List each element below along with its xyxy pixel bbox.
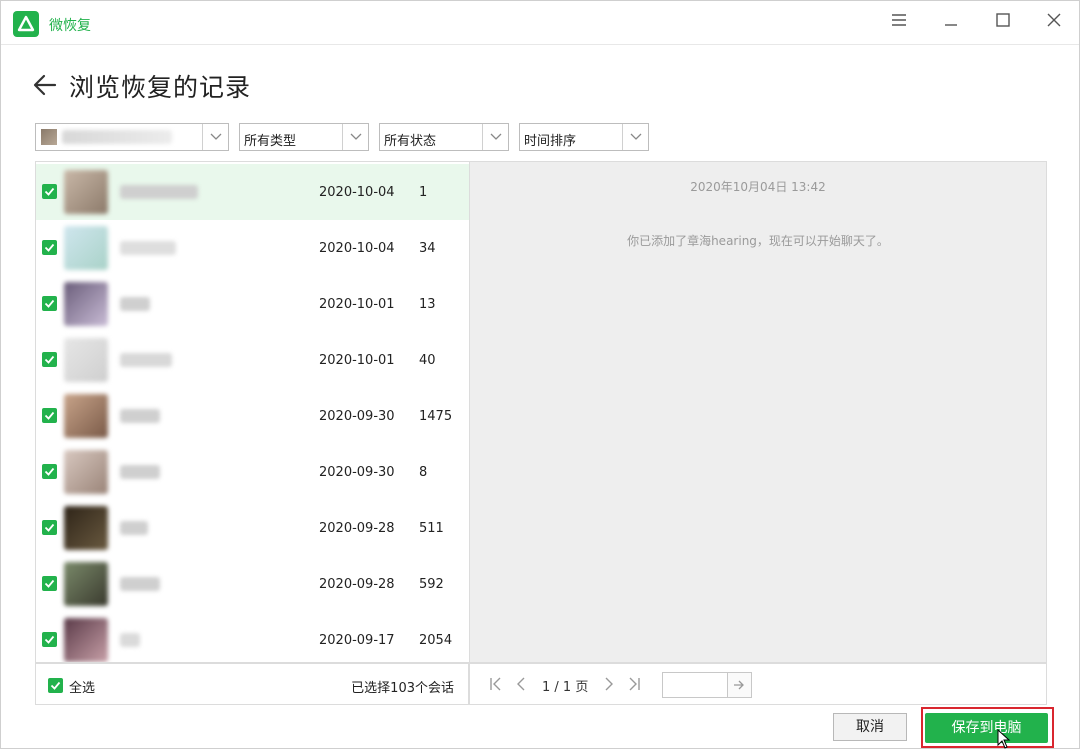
close-icon[interactable] — [1040, 7, 1068, 35]
contact-name — [120, 465, 160, 479]
page-indicator: 1 / 1 页 — [542, 680, 589, 695]
conversation-date: 2020-10-01 — [319, 353, 395, 368]
row-checkbox[interactable] — [42, 240, 57, 255]
pagination-bar: 1 / 1 页 — [469, 663, 1047, 705]
conversation-date: 2020-10-04 — [319, 241, 395, 256]
conversation-date: 2020-09-28 — [319, 577, 395, 592]
app-window: 微恢复 浏览恢复的记录 所有类型 所有状态 时间排序 2020-10-04 1 … — [0, 0, 1080, 749]
avatar — [64, 282, 108, 326]
conversation-list: 2020-10-04 1 2020-10-04 34 2020-10-01 13… — [35, 161, 469, 663]
conversation-row[interactable]: 2020-10-04 34 — [36, 220, 469, 276]
avatar — [64, 394, 108, 438]
row-checkbox[interactable] — [42, 408, 57, 423]
conversation-row[interactable]: 2020-09-30 1475 — [36, 388, 469, 444]
conversation-date: 2020-10-01 — [319, 297, 395, 312]
row-checkbox[interactable] — [42, 520, 57, 535]
system-message: 你已添加了章海hearing，现在可以开始聊天了。 — [627, 234, 889, 248]
contact-name — [120, 409, 160, 423]
row-checkbox[interactable] — [42, 576, 57, 591]
contact-name — [120, 185, 198, 199]
page-title: 浏览恢复的记录 — [69, 73, 252, 102]
row-checkbox[interactable] — [42, 296, 57, 311]
message-count: 1475 — [419, 409, 453, 424]
message-count: 511 — [419, 521, 444, 536]
account-dropdown[interactable] — [35, 123, 229, 151]
save-to-computer-button[interactable]: 保存到电脑 — [925, 713, 1048, 743]
last-page-icon[interactable] — [626, 676, 644, 694]
select-all-label[interactable]: 全选 — [69, 677, 95, 696]
selected-count: 已选择103个会话 — [351, 681, 454, 696]
conversation-date: 2020-09-28 — [319, 521, 395, 536]
contact-name — [120, 633, 140, 647]
conversation-date: 2020-09-17 — [319, 633, 395, 648]
message-count: 13 — [419, 297, 436, 312]
status-filter-dropdown[interactable]: 所有状态 — [379, 123, 509, 151]
chevron-down-icon — [622, 124, 648, 150]
sort-dropdown[interactable]: 时间排序 — [519, 123, 649, 151]
type-filter-value: 所有类型 — [244, 134, 297, 149]
conversation-date: 2020-10-04 — [319, 185, 395, 200]
conversation-row[interactable]: 2020-10-01 40 — [36, 332, 469, 388]
sort-value: 时间排序 — [524, 134, 577, 149]
app-logo-icon — [13, 11, 39, 37]
first-page-icon[interactable] — [488, 676, 506, 694]
contact-name — [120, 577, 160, 591]
chevron-down-icon — [342, 124, 368, 150]
message-count: 2054 — [419, 633, 453, 648]
conversation-row[interactable]: 2020-09-28 592 — [36, 556, 469, 612]
message-timestamp: 2020年10月04日 13:42 — [690, 180, 826, 194]
avatar — [64, 450, 108, 494]
conversation-row[interactable]: 2020-10-04 1 — [36, 164, 469, 220]
list-footer: 全选 已选择103个会话 — [35, 663, 469, 705]
maximize-icon[interactable] — [989, 7, 1017, 35]
app-name: 微恢复 — [49, 18, 91, 34]
avatar — [64, 618, 108, 662]
contact-name — [120, 521, 148, 535]
avatar — [64, 506, 108, 550]
avatar — [64, 562, 108, 606]
status-filter-value: 所有状态 — [384, 134, 437, 149]
go-arrow-icon[interactable] — [728, 672, 752, 698]
type-filter-dropdown[interactable]: 所有类型 — [239, 123, 369, 151]
message-count: 592 — [419, 577, 444, 592]
title-bar: 微恢复 — [1, 1, 1079, 45]
message-count: 34 — [419, 241, 436, 256]
account-avatar — [41, 129, 57, 145]
row-checkbox[interactable] — [42, 352, 57, 367]
conversation-date: 2020-09-30 — [319, 409, 395, 424]
select-all-checkbox[interactable] — [48, 678, 63, 693]
row-checkbox[interactable] — [42, 632, 57, 647]
mouse-cursor-icon — [997, 728, 1011, 749]
message-count: 40 — [419, 353, 436, 368]
chat-preview-panel: 2020年10月04日 13:42 你已添加了章海hearing，现在可以开始聊… — [469, 161, 1047, 663]
conversation-date: 2020-09-30 — [319, 465, 395, 480]
contact-name — [120, 241, 176, 255]
avatar — [64, 170, 108, 214]
conversation-row[interactable]: 2020-10-01 13 — [36, 276, 469, 332]
avatar — [64, 338, 108, 382]
minimize-icon[interactable] — [937, 7, 965, 35]
conversation-row[interactable]: 2020-09-17 2054 — [36, 612, 469, 662]
prev-page-icon[interactable] — [514, 676, 532, 694]
cancel-button[interactable]: 取消 — [833, 713, 907, 741]
row-checkbox[interactable] — [42, 184, 57, 199]
message-count: 8 — [419, 465, 428, 480]
contact-name — [120, 297, 150, 311]
next-page-icon[interactable] — [600, 676, 618, 694]
page-jump-input[interactable] — [662, 672, 728, 698]
conversation-row[interactable]: 2020-09-30 8 — [36, 444, 469, 500]
message-count: 1 — [419, 185, 428, 200]
conversation-row[interactable]: 2020-09-28 511 — [36, 500, 469, 556]
hamburger-menu-icon[interactable] — [885, 7, 913, 35]
account-name — [62, 130, 172, 144]
row-checkbox[interactable] — [42, 464, 57, 479]
avatar — [64, 226, 108, 270]
contact-name — [120, 353, 172, 367]
chevron-down-icon — [202, 124, 228, 150]
arrow-left-icon[interactable] — [31, 71, 59, 99]
chevron-down-icon — [482, 124, 508, 150]
